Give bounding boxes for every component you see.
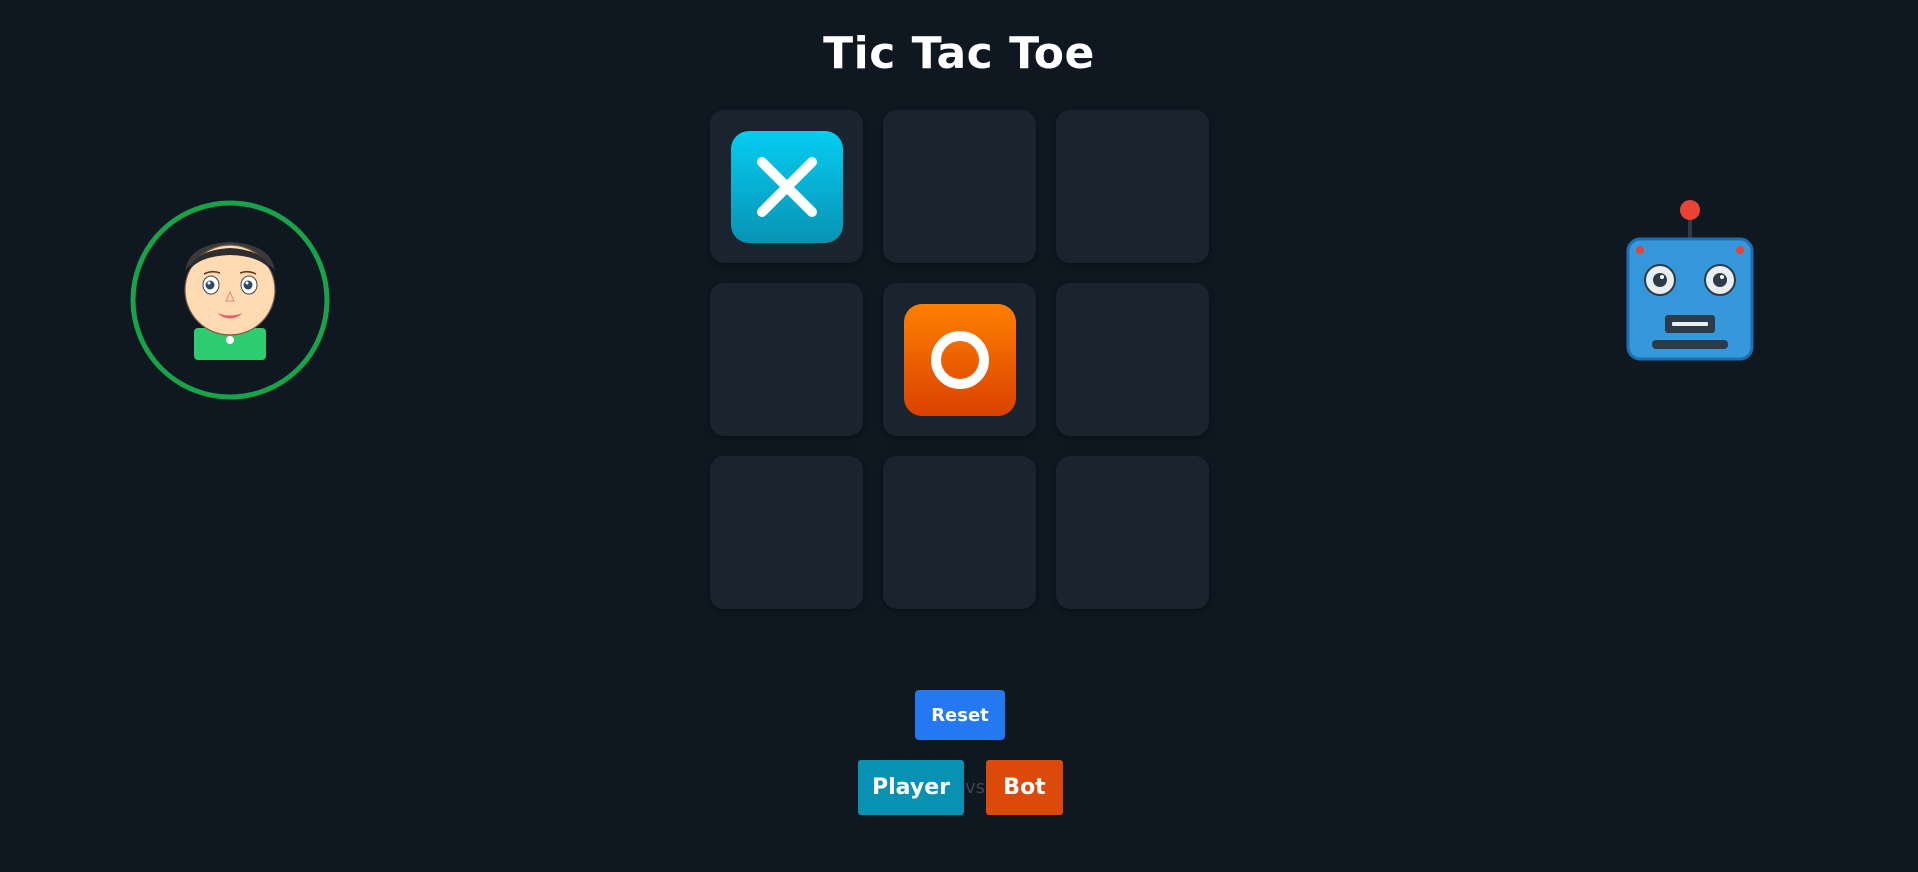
x-mark <box>730 130 843 243</box>
o-mark <box>903 303 1016 416</box>
vs-label: vs <box>964 777 986 798</box>
player-label-chip: Player <box>858 760 964 815</box>
robot-icon <box>1626 200 1754 361</box>
game-board <box>710 110 1210 610</box>
board-cell-7[interactable] <box>710 456 863 609</box>
board-cell-8[interactable] <box>883 456 1036 609</box>
board-cell-2[interactable] <box>883 110 1036 263</box>
game-screen: Tic Tac Toe Reset Player vs Bot <box>0 0 1918 872</box>
x-mark-icon <box>756 156 817 217</box>
player-vs-bot-bar: Player vs Bot <box>858 760 1063 815</box>
bot-avatar <box>1620 195 1760 365</box>
player-avatar-icon <box>130 200 330 400</box>
player-avatar <box>130 200 330 400</box>
o-mark-icon <box>930 330 989 389</box>
bot-label-chip: Bot <box>986 760 1063 815</box>
board-cell-1[interactable] <box>710 110 863 263</box>
board-cell-5[interactable] <box>883 283 1036 436</box>
board-cell-9[interactable] <box>1056 456 1209 609</box>
board-cell-6[interactable] <box>1056 283 1209 436</box>
board-cell-4[interactable] <box>710 283 863 436</box>
reset-button[interactable]: Reset <box>915 690 1005 740</box>
page-title: Tic Tac Toe <box>823 28 1095 79</box>
board-cell-3[interactable] <box>1056 110 1209 263</box>
